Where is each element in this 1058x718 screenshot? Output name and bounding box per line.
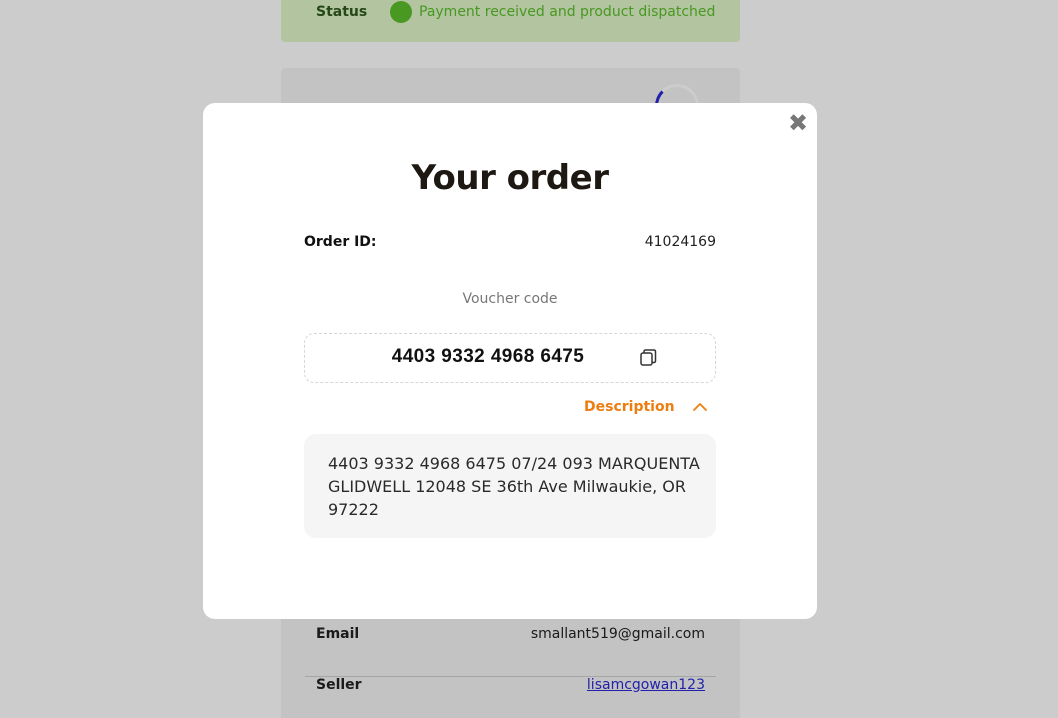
description-box: 4403 9332 4968 6475 07/24 093 MARQUENTA … (304, 434, 716, 538)
order-id-label: Order ID: (304, 234, 377, 250)
copy-icon[interactable] (640, 349, 657, 366)
order-id-value: 41024169 (644, 234, 716, 250)
chevron-up-icon (693, 403, 707, 411)
modal-title: Your order (411, 158, 609, 198)
order-id-row: Order ID: 41024169 (304, 234, 716, 254)
close-icon[interactable]: ✖ (787, 111, 809, 135)
voucher-code-box: 4403 9332 4968 6475 (304, 333, 716, 383)
description-label: Description (584, 399, 675, 415)
voucher-code-label: Voucher code (462, 291, 558, 307)
voucher-code-value[interactable]: 4403 9332 4968 6475 (305, 346, 671, 368)
order-modal: ✖ Your order Order ID: 41024169 Voucher … (203, 103, 817, 619)
description-text: 4403 9332 4968 6475 07/24 093 MARQUENTA … (328, 454, 700, 519)
description-toggle[interactable]: Description (584, 399, 716, 421)
